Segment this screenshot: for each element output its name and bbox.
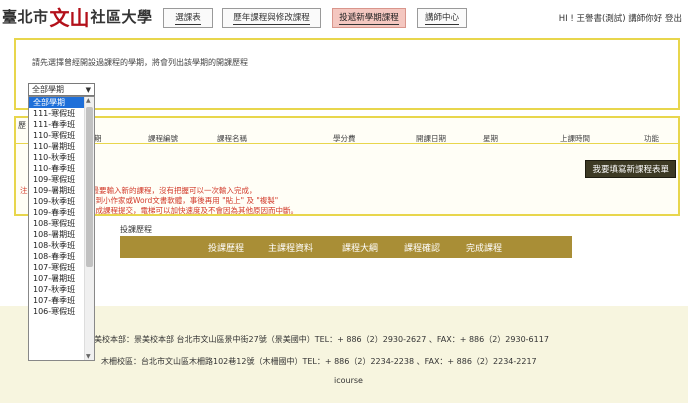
semester-option[interactable]: 全部學期 — [29, 97, 85, 108]
nav-lecturer-center-label: 講師中心 — [424, 13, 459, 25]
footer: 美校本部：景美校本部 台北市文山區景中街27號（景美國中）TEL：+ 886（2… — [0, 306, 688, 403]
semester-option[interactable]: 110-暑期班 — [29, 141, 85, 152]
semester-option[interactable]: 110-春季班 — [29, 163, 85, 174]
col-time: 上課時間 — [560, 134, 590, 143]
nav-submit-new-course-label: 投遞新學期課程 — [339, 13, 399, 25]
tabs-title: 投課歷程 — [120, 225, 152, 234]
semester-option[interactable]: 107-秋季班 — [29, 284, 85, 295]
chevron-down-icon: ▼ — [85, 86, 91, 94]
nav-course-history-label: 歷年課程與修改課程 — [233, 13, 310, 25]
col-course-number: 課程編號 — [148, 134, 178, 143]
col-actions: 功能 — [644, 134, 659, 143]
nav-course-history[interactable]: 歷年課程與修改課程 — [222, 8, 321, 28]
logo-mark: 文山 — [49, 5, 90, 30]
panel-title: 歷 — [18, 121, 26, 130]
semester-option[interactable]: 109-寒假班 — [29, 174, 85, 185]
logo-text-left: 臺北市 — [2, 7, 49, 26]
col-weekday: 星期 — [483, 134, 498, 143]
tab-history[interactable]: 投課歷程 — [208, 241, 244, 254]
semester-option[interactable] — [29, 328, 85, 339]
dropdown-scrollbar[interactable]: ▲ ▼ — [84, 97, 94, 360]
tab-main-data[interactable]: 主課程資料 — [268, 241, 313, 254]
user-greeting[interactable]: HI ! 王譽書(測試) 講師你好 登出 — [559, 12, 682, 24]
scroll-thumb[interactable] — [86, 107, 93, 267]
semester-option[interactable]: 109-暑期班 — [29, 185, 85, 196]
semester-option[interactable]: 109-秋季班 — [29, 196, 85, 207]
nav-course-table-label: 選課表 — [175, 13, 201, 25]
site-logo[interactable]: 臺北市 文山 社區大學 — [2, 4, 153, 30]
semester-option[interactable]: 109-春季班 — [29, 207, 85, 218]
semester-option[interactable]: 107-春季班 — [29, 295, 85, 306]
nav-course-table[interactable]: 選課表 — [163, 8, 213, 28]
semester-option[interactable]: 108-暑期班 — [29, 229, 85, 240]
scroll-up-icon[interactable]: ▲ — [86, 97, 91, 104]
tab-syllabus[interactable]: 課程大綱 — [342, 241, 378, 254]
nav-lecturer-center[interactable]: 講師中心 — [417, 8, 467, 28]
semester-option[interactable]: 107-寒假班 — [29, 262, 85, 273]
col-fee: 學分費 — [333, 134, 356, 143]
col-course-name: 課程名稱 — [217, 134, 247, 143]
logo-text-right: 社區大學 — [90, 7, 153, 26]
semester-option[interactable]: 108-春季班 — [29, 251, 85, 262]
semester-option[interactable] — [29, 317, 85, 328]
semester-panel: 請先選擇曾經開設過課程的學期，將會列出該學期的開課歷程 — [14, 38, 680, 110]
scroll-down-icon[interactable]: ▼ — [86, 353, 91, 360]
semester-option[interactable]: 110-秋季班 — [29, 152, 85, 163]
table-header: 期 課程編號 課程名稱 學分費 開課日期 星期 上課時間 功能 — [16, 132, 678, 144]
footer-jingmei: 美校本部：景美校本部 台北市文山區景中街27號（景美國中）TEL：+ 886（2… — [94, 335, 549, 344]
tab-confirm[interactable]: 課程確認 — [404, 241, 440, 254]
new-course-form-button[interactable]: 我要填寫新課程表單 — [585, 160, 676, 178]
nav-submit-new-course[interactable]: 投遞新學期課程 — [332, 8, 406, 28]
semester-option[interactable]: 111-寒假班 — [29, 108, 85, 119]
semester-instruction: 請先選擇曾經開設過課程的學期，將會列出該學期的開課歷程 — [32, 58, 248, 67]
semester-select[interactable]: 全部學期 ▼ — [28, 83, 95, 96]
tab-complete[interactable]: 完成課程 — [466, 241, 502, 254]
semester-option[interactable]: 110-寒假班 — [29, 130, 85, 141]
semester-option[interactable]: 108-秋季班 — [29, 240, 85, 251]
semester-option[interactable]: 108-寒假班 — [29, 218, 85, 229]
header-bar: 臺北市 文山 社區大學 選課表 歷年課程與修改課程 投遞新學期課程 講師中心 H… — [0, 0, 688, 34]
semester-option[interactable] — [29, 339, 85, 350]
note-prefix: 注 — [20, 186, 28, 195]
submission-tabs: 投課歷程 主課程資料 課程大綱 課程確認 完成課程 — [120, 236, 572, 258]
course-history-panel: 歷 期 課程編號 課程名稱 學分費 開課日期 星期 上課時間 功能 我要填寫新課… — [14, 116, 680, 216]
semester-option[interactable]: 107-暑期班 — [29, 273, 85, 284]
semester-option[interactable]: 106-寒假班 — [29, 306, 85, 317]
semester-dropdown-list[interactable]: 全部學期 111-寒假班 111-春季班 110-寒假班 110-暑期班 110… — [28, 96, 95, 361]
col-term: 期 — [94, 134, 102, 143]
footer-muzha: 木柵校區：台北市文山區木柵路102巷12號（木柵國中）TEL：+ 886（2）2… — [101, 357, 537, 366]
semester-select-value: 全部學期 — [32, 85, 64, 94]
note-line-1: 最要輸入新的課程，沒有把握可以一次輸入完成， — [91, 186, 257, 195]
col-start-date: 開課日期 — [416, 134, 446, 143]
semester-option[interactable]: 111-春季班 — [29, 119, 85, 130]
footer-icourse: icourse — [334, 376, 363, 385]
